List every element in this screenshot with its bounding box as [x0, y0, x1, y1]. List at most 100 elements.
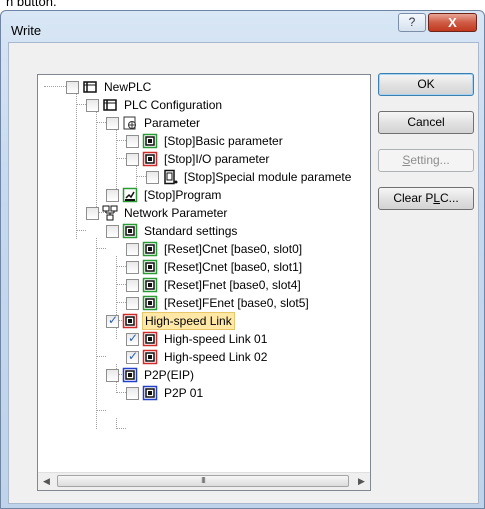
tree-item-checkbox[interactable]: [126, 242, 139, 256]
tree-item-checkbox[interactable]: [126, 349, 139, 364]
scroll-left-arrow-icon[interactable]: ◀: [38, 473, 55, 490]
tree-item[interactable]: Network Parameter: [86, 204, 229, 222]
tree-item-checkbox[interactable]: [126, 296, 139, 310]
plc-icon: [103, 99, 117, 111]
tree-item-label: High-speed Link 01: [164, 332, 268, 346]
module-icon-green: [142, 241, 158, 257]
tree-item[interactable]: [Reset]Fnet [base0, slot4]: [126, 276, 303, 294]
tree-panel: NewPLC PLC Configuration Parameter [Stop]Ba…: [37, 74, 371, 491]
tree-connector: [76, 94, 77, 239]
tree-connector: [96, 122, 106, 123]
tree-connector: [76, 230, 86, 231]
dialog-client-area: NewPLC PLC Configuration Parameter [Stop]Ba…: [8, 42, 479, 504]
tree-item-label: PLC Configuration: [124, 98, 223, 112]
tree-connector: [116, 284, 126, 285]
tree-connector: [116, 266, 126, 267]
module-icon-red: [142, 349, 158, 365]
tree-connector: [136, 176, 146, 177]
tree-item[interactable]: Parameter: [106, 114, 202, 132]
tree-item-label: Standard settings: [144, 224, 238, 238]
module-icon-blue: [122, 367, 138, 383]
tree-item[interactable]: High-speed Link: [106, 312, 235, 330]
tree-connector: [96, 112, 97, 213]
tree-item[interactable]: High-speed Link 01: [126, 330, 269, 348]
tree-item[interactable]: Standard settings: [106, 222, 239, 240]
tree-item-checkbox[interactable]: [126, 386, 139, 400]
tree-item-label: P2P(EIP): [144, 368, 195, 382]
cancel-button[interactable]: Cancel: [378, 111, 474, 134]
tree-item-label: [Reset]Cnet [base0, slot1]: [164, 260, 303, 274]
tree-connector: [116, 158, 126, 159]
tree-item-label: [Stop]Program: [144, 188, 222, 202]
tree-item-checkbox[interactable]: [126, 152, 139, 166]
title-bar: Write ? X: [1, 11, 484, 43]
ok-button[interactable]: OK: [378, 73, 474, 96]
tree-item-checkbox[interactable]: [86, 98, 99, 112]
tree-connector: [76, 104, 86, 105]
tree-item-checkbox[interactable]: [146, 170, 159, 184]
tree-item[interactable]: [Reset]FEnet [base0, slot5]: [126, 294, 311, 312]
tree-item-label: Parameter: [144, 116, 201, 130]
scrollbar-grip: III: [201, 476, 206, 485]
tree-item[interactable]: [Stop]Special module paramete: [146, 168, 353, 186]
special-module-icon: [164, 169, 178, 185]
top-text-strip: n button.: [0, 0, 485, 10]
tree-item-checkbox[interactable]: [106, 313, 119, 328]
tree-item-label: P2P 01: [164, 386, 204, 400]
network-icon: [102, 205, 118, 221]
tree-connector: [116, 302, 126, 303]
tree-item[interactable]: [Stop]I/O parameter: [126, 150, 271, 168]
tree-item-label: [Stop]I/O parameter: [164, 152, 270, 166]
tree-item-checkbox[interactable]: [86, 206, 99, 220]
scrollbar-thumb[interactable]: III: [57, 475, 349, 487]
module-icon-red: [142, 151, 158, 167]
module-icon-green: [142, 277, 158, 293]
tree-item-checkbox[interactable]: [126, 134, 139, 148]
window-title: Write: [11, 23, 42, 38]
tree-connector: [96, 410, 106, 411]
tree-item[interactable]: P2P 01: [126, 384, 205, 402]
setting-button[interactable]: Setting...: [378, 149, 474, 172]
module-icon-green: [142, 295, 158, 311]
tree-item-label: High-speed Link: [142, 312, 235, 330]
top-strip-text: n button.: [6, 0, 57, 9]
module-icon-green: [142, 259, 158, 275]
tree-item[interactable]: High-speed Link 02: [126, 348, 269, 366]
close-button[interactable]: X: [428, 13, 477, 32]
tree-item[interactable]: NewPLC: [66, 78, 153, 96]
horizontal-scrollbar[interactable]: ◀ III ▶: [38, 472, 370, 490]
tree-connector: [116, 392, 126, 393]
module-icon-red: [122, 313, 138, 329]
program-icon: [122, 187, 138, 203]
tree-item-checkbox[interactable]: [66, 80, 79, 94]
write-tree: NewPLC PLC Configuration Parameter [Stop]Ba…: [38, 75, 370, 473]
tree-item[interactable]: [Reset]Cnet [base0, slot1]: [126, 258, 304, 276]
tree-connector: [96, 356, 106, 357]
tree-item-label: [Reset]FEnet [base0, slot5]: [164, 296, 309, 310]
tree-item-checkbox[interactable]: [126, 260, 139, 274]
help-button[interactable]: ?: [398, 13, 426, 32]
tree-item-checkbox[interactable]: [106, 116, 119, 130]
tree-item-checkbox[interactable]: [106, 188, 119, 202]
tree-item-label: Network Parameter: [124, 206, 228, 220]
module-icon-green: [142, 133, 158, 149]
scroll-right-arrow-icon[interactable]: ▶: [353, 473, 370, 490]
tree-connector: [116, 428, 126, 429]
tree-item-checkbox[interactable]: [126, 331, 139, 346]
tree-item-checkbox[interactable]: [106, 224, 119, 238]
tree-item[interactable]: PLC Configuration: [86, 96, 224, 114]
module-icon-blue: [142, 385, 158, 401]
plc-icon: [83, 81, 97, 93]
tree-item[interactable]: [Stop]Program: [106, 186, 223, 204]
tree-item[interactable]: P2P(EIP): [106, 366, 196, 384]
tree-item-checkbox[interactable]: [106, 368, 119, 382]
tree-item[interactable]: [Reset]Cnet [base0, slot0]: [126, 240, 304, 258]
clear-plc-button[interactable]: Clear PLC...: [378, 187, 474, 210]
tree-item-label: [Stop]Special module paramete: [184, 170, 352, 184]
tree-connector: [96, 238, 97, 429]
tree-item-checkbox[interactable]: [126, 278, 139, 292]
tree-item-label: [Stop]Basic parameter: [164, 134, 283, 148]
parameter-icon: [123, 116, 136, 130]
tree-item[interactable]: [Stop]Basic parameter: [126, 132, 285, 150]
tree-item-label: High-speed Link 02: [164, 350, 268, 364]
